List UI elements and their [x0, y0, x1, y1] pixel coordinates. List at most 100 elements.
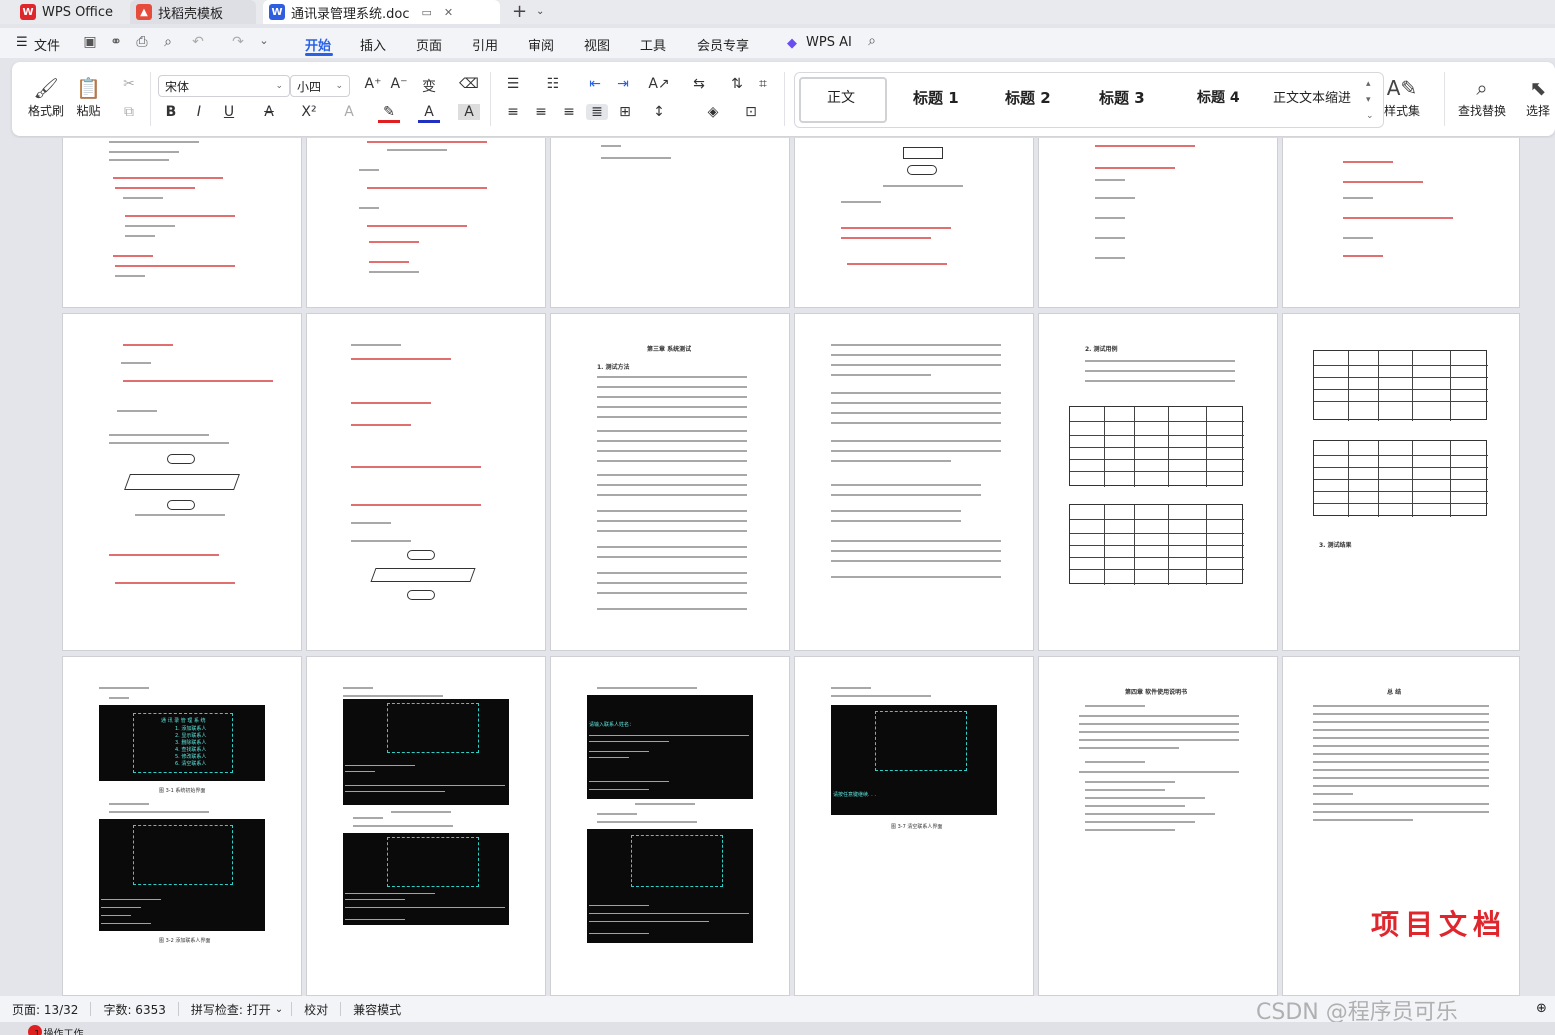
distribute-icon[interactable]: ⊞	[614, 104, 636, 120]
tab-list-chevron-icon[interactable]: ⌄	[536, 0, 544, 24]
text-effect-icon[interactable]: A	[338, 104, 360, 120]
hamburger-icon[interactable]: ☰	[16, 35, 28, 50]
redo-icon[interactable]: ↷	[226, 34, 250, 50]
link-icon[interactable]: ⚭	[104, 34, 128, 50]
style-heading2[interactable]: 标题 2	[1005, 87, 1051, 108]
page-thumbnail[interactable]	[306, 313, 546, 651]
word-count[interactable]: 字数: 6353	[91, 1001, 177, 1018]
menu-tab-insert[interactable]: 插入	[360, 35, 386, 54]
print-icon[interactable]: ⎙	[130, 34, 154, 50]
find-replace-button[interactable]: ⌕ 查找替换	[1458, 74, 1506, 119]
menu-file[interactable]: 文件	[34, 35, 60, 54]
undo-icon[interactable]: ↶	[186, 34, 210, 50]
proofread[interactable]: 校对	[292, 1001, 340, 1018]
style-scroll-down-icon[interactable]: ▾	[1366, 95, 1371, 105]
show-marks-icon[interactable]: ⌗	[752, 76, 774, 92]
char-shading-icon[interactable]: A	[458, 104, 480, 120]
increase-indent-icon[interactable]: ⇥	[612, 76, 634, 92]
taskbar-label[interactable]: 1 操作工作	[34, 1025, 84, 1035]
page-thumbnail[interactable]: 请按任意键继续. . . 图 3-7 清空联系人界面	[794, 656, 1034, 996]
clear-format-icon[interactable]: ⌫	[458, 76, 480, 92]
shrink-font-icon[interactable]: A⁻	[388, 76, 410, 92]
align-right-icon[interactable]: ≡	[558, 104, 580, 120]
spell-check[interactable]: 拼写检查: 打开	[179, 1001, 283, 1018]
chevron-down-icon[interactable]: ⌄	[275, 1004, 283, 1015]
new-tab-icon[interactable]: +	[512, 0, 527, 24]
style-body-indent[interactable]: 正文文本缩进	[1273, 87, 1351, 106]
bold-icon[interactable]: B	[160, 104, 182, 120]
style-heading4[interactable]: 标题 4	[1197, 87, 1240, 107]
page-thumbnail[interactable]	[306, 656, 546, 996]
wps-ai-icon[interactable]: ◆	[787, 36, 797, 51]
menu-tab-start[interactable]: 开始	[305, 35, 331, 54]
menu-tab-view[interactable]: 视图	[584, 35, 610, 54]
justify-icon[interactable]: ≣	[586, 104, 608, 120]
format-painter-button[interactable]: 🖌 格式刷	[28, 74, 64, 119]
page-thumbnail[interactable]: 第四章 软件使用说明书	[1038, 656, 1278, 996]
page-thumbnail[interactable]: 2. 测试用例	[1038, 313, 1278, 651]
align-left-icon[interactable]: ≡	[502, 104, 524, 120]
style-scroll-up-icon[interactable]: ▴	[1366, 79, 1371, 89]
tab-restore-icon[interactable]: ▭	[422, 6, 432, 19]
menu-tab-tools[interactable]: 工具	[640, 35, 666, 54]
page-thumbnail[interactable]	[1282, 138, 1520, 308]
save-icon[interactable]: ▣	[78, 34, 102, 50]
close-icon[interactable]: ✕	[444, 6, 453, 19]
tab-template[interactable]: ▲ 找稻壳模板	[130, 0, 256, 24]
border-icon[interactable]: ⊡	[740, 104, 762, 120]
page-thumbnail[interactable]	[62, 138, 302, 308]
page-indicator[interactable]: 页面: 13/32	[0, 1001, 90, 1018]
text-direction-icon[interactable]: A↗	[648, 76, 670, 92]
style-set-button[interactable]: A✎ 样式集	[1384, 74, 1420, 119]
page-thumbnail[interactable]: 总 结 项目文档	[1282, 656, 1520, 996]
decrease-indent-icon[interactable]: ⇤	[584, 76, 606, 92]
italic-icon[interactable]: I	[188, 104, 210, 120]
font-name-select[interactable]: 宋体 ⌄	[158, 75, 290, 97]
page-thumbnail[interactable]	[62, 313, 302, 651]
style-expand-icon[interactable]: ⌄	[1366, 111, 1374, 121]
menu-tab-reference[interactable]: 引用	[472, 35, 498, 54]
page-thumbnail[interactable]: 3. 测试结果	[1282, 313, 1520, 651]
menu-tab-member[interactable]: 会员专享	[697, 35, 749, 54]
ribbon-divider	[150, 72, 151, 126]
page-thumbnail[interactable]	[794, 313, 1034, 651]
phonetic-icon[interactable]: 变	[418, 76, 440, 96]
page-thumbnail[interactable]	[550, 138, 790, 308]
cut-icon[interactable]: ✂	[118, 76, 140, 92]
superscript-icon[interactable]: X²	[298, 104, 320, 120]
font-color-icon[interactable]: A	[418, 104, 440, 123]
page-thumbnail[interactable]	[1038, 138, 1278, 308]
shading-icon[interactable]: ◈	[702, 104, 724, 120]
more-chevron-icon[interactable]: ⌄	[252, 34, 276, 47]
select-button[interactable]: ⬉ 选择	[1526, 74, 1550, 119]
sort-icon[interactable]: ⇅	[726, 76, 748, 92]
style-heading1[interactable]: 标题 1	[913, 87, 959, 108]
menu-tab-page[interactable]: 页面	[416, 35, 442, 54]
tab-wps-office[interactable]: W WPS Office	[14, 0, 120, 24]
font-size-select[interactable]: 小四 ⌄	[290, 75, 350, 97]
zoom-plus-icon[interactable]: ⊕	[1536, 1001, 1547, 1016]
highlight-icon[interactable]: ✎	[378, 104, 400, 123]
page-thumbnail[interactable]: 通 讯 录 管 理 系 统 1. 添加联系人 2. 显示联系人 3. 删除联系人…	[62, 656, 302, 996]
tab-document[interactable]: W 通讯录管理系统.doc ▭ ✕	[263, 0, 500, 24]
line-spacing-icon[interactable]: ↕	[648, 104, 670, 120]
copy-icon[interactable]: ⧉	[118, 104, 140, 120]
align-center-icon[interactable]: ≡	[530, 104, 552, 120]
bullet-list-icon[interactable]: ☰	[502, 76, 524, 92]
wrap-icon[interactable]: ⇆	[688, 76, 710, 92]
grow-font-icon[interactable]: A⁺	[362, 76, 384, 92]
menu-tab-review[interactable]: 审阅	[528, 35, 554, 54]
page-thumbnail[interactable]: 请输入联系人姓名：	[550, 656, 790, 996]
page-thumbnail[interactable]	[794, 138, 1034, 308]
underline-icon[interactable]: U	[218, 104, 240, 120]
document-canvas[interactable]: 第三章 系统测试 1. 测试方法 2. 测试用例 3. 测试结果 通 讯 录 管…	[0, 138, 1555, 996]
paste-button[interactable]: 📋 粘贴	[76, 74, 101, 119]
print-preview-icon[interactable]: ⌕	[156, 34, 180, 50]
strikethrough-icon[interactable]: A	[258, 104, 280, 120]
style-heading3[interactable]: 标题 3	[1099, 87, 1145, 108]
menu-wps-ai[interactable]: WPS AI	[806, 35, 852, 50]
search-icon[interactable]: ⌕	[860, 33, 884, 49]
numbered-list-icon[interactable]: ☷	[542, 76, 564, 92]
page-thumbnail[interactable]: 第三章 系统测试 1. 测试方法	[550, 313, 790, 651]
page-thumbnail[interactable]	[306, 138, 546, 308]
